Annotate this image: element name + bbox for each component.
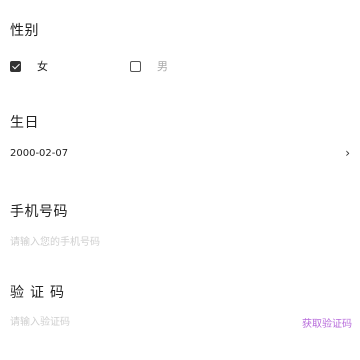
gender-option-female[interactable]: 女 (10, 56, 48, 76)
verification-code-input[interactable] (10, 315, 270, 329)
gender-option-male[interactable]: 男 (130, 56, 168, 76)
checkbox-unchecked-icon[interactable] (130, 60, 141, 72)
chevron-right-icon: › (345, 146, 350, 160)
checkbox-checked-icon[interactable] (10, 60, 21, 72)
phone-label: 手机号码 (10, 204, 68, 220)
get-code-button[interactable]: 获取验证码 (302, 315, 352, 330)
gender-label: 性别 (10, 23, 39, 39)
phone-input[interactable] (10, 235, 350, 249)
profile-form: 性别 女 男 生日 2000-02-07 › 手机号码 验证码 获取验证码 (0, 0, 360, 360)
gender-option-female-label: 女 (37, 60, 48, 73)
birthday-label: 生日 (10, 115, 39, 131)
birthday-value: 2000-02-07 (10, 148, 69, 159)
birthday-picker[interactable]: 2000-02-07 › (10, 146, 350, 162)
gender-options: 女 男 (10, 56, 350, 76)
gender-option-male-label: 男 (157, 60, 168, 73)
verification-code-label: 验证码 (10, 285, 70, 301)
